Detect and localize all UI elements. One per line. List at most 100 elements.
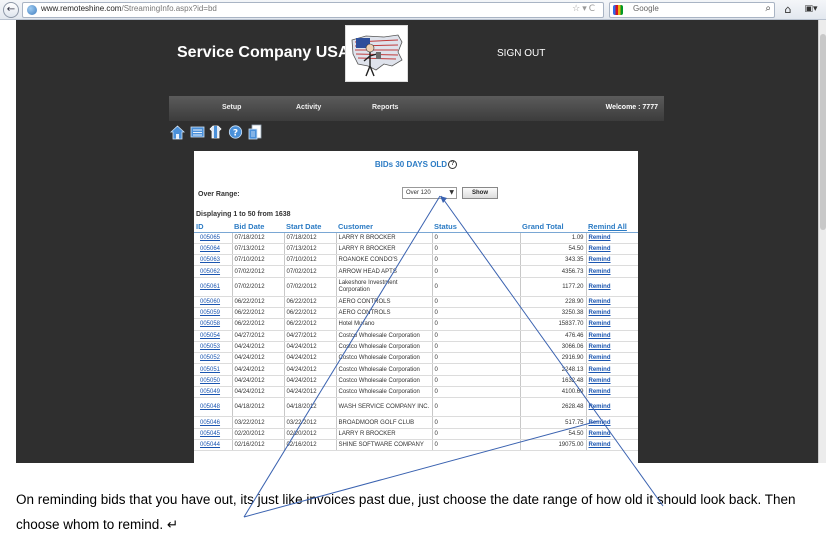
bid-date-cell: 04/24/2012 [232, 386, 285, 399]
table-row: 005052 04/24/2012 04/24/2012 Costco Wholesa… [194, 352, 638, 365]
caption-text: On reminding bids that you have out, its… [16, 492, 796, 532]
bid-id-link[interactable]: 005049 [194, 386, 233, 399]
table-row: 005049 04/24/2012 04/24/2012 Costco Wholesa… [194, 386, 638, 399]
remind-link[interactable]: Remind [586, 318, 638, 331]
show-button[interactable]: Show [462, 187, 498, 199]
start-date-cell: 04/27/2012 [284, 330, 337, 342]
grand-total-cell: 4356.73 [520, 265, 587, 278]
menu-item-reports[interactable]: Reports [372, 104, 398, 111]
bid-id-link[interactable]: 005044 [194, 439, 233, 452]
bid-id-link[interactable]: 005063 [194, 254, 233, 267]
bid-date-cell: 07/02/2012 [232, 265, 285, 278]
remind-link[interactable]: Remind [586, 428, 638, 440]
bid-id-link[interactable]: 005065 [194, 232, 233, 244]
customer-cell: Costco Wholesale Corporation [336, 341, 433, 354]
bid-id-link[interactable]: 005062 [194, 265, 233, 278]
remind-link[interactable]: Remind [586, 265, 638, 278]
remind-link[interactable]: Remind [586, 397, 638, 418]
customer-cell: LARRY R BROCKER [336, 232, 433, 244]
start-date-cell: 02/16/2012 [284, 439, 337, 452]
table-row: 005048 04/18/2012 04/18/2012 WASH SERVICE C… [194, 397, 638, 418]
remind-link[interactable]: Remind [586, 307, 638, 320]
url-domain: www.remoteshine.com [41, 4, 122, 13]
customer-cell: Costco Wholesale Corporation [336, 330, 433, 342]
remind-link[interactable]: Remind [586, 243, 638, 256]
remind-link[interactable]: Remind [586, 363, 638, 376]
bid-id-link[interactable]: 005060 [194, 296, 233, 308]
remind-link[interactable]: Remind [586, 352, 638, 365]
start-date-cell: 07/13/2012 [284, 243, 337, 256]
grand-total-cell: 4100.69 [520, 386, 587, 399]
welcome-label: Welcome : 7777 [605, 104, 658, 111]
remind-link[interactable]: Remind [586, 330, 638, 342]
table-row: 005054 04/27/2012 04/27/2012 Costco Wholesa… [194, 330, 638, 342]
customer-cell: LARRY R BROCKER [336, 243, 433, 256]
bookmark-star-icon[interactable]: ☆▾C [572, 4, 597, 14]
remind-link[interactable]: Remind [586, 439, 638, 452]
remind-link[interactable]: Remind [586, 416, 638, 429]
remind-all-link[interactable]: Remind All [586, 221, 638, 233]
start-date-cell: 07/02/2012 [284, 277, 337, 297]
header-id[interactable]: ID [194, 221, 232, 233]
header-start-date[interactable]: Start Date [284, 221, 336, 233]
page-scrollbar[interactable] [818, 20, 826, 463]
bid-id-link[interactable]: 005059 [194, 307, 233, 320]
start-date-cell: 07/02/2012 [284, 265, 337, 278]
bid-id-link[interactable]: 005064 [194, 243, 233, 256]
bid-id-link[interactable]: 005046 [194, 416, 233, 429]
address-bar[interactable]: www.remoteshine.com/StreamingInfo.aspx?i… [22, 2, 604, 18]
status-cell: 0 [432, 318, 521, 331]
browser-menu-icon[interactable]: ▣▾ [802, 2, 820, 18]
search-icon[interactable]: ⌕ [765, 3, 771, 14]
grand-total-cell: 1632.48 [520, 375, 587, 388]
table-row: 005051 04/24/2012 04/24/2012 Costco Wholesa… [194, 363, 638, 376]
header-customer[interactable]: Customer [336, 221, 432, 233]
bid-id-link[interactable]: 005050 [194, 375, 233, 388]
document-icon[interactable] [248, 124, 263, 140]
remind-link[interactable]: Remind [586, 386, 638, 399]
start-date-cell: 04/24/2012 [284, 386, 337, 399]
bid-id-link[interactable]: 005051 [194, 363, 233, 376]
start-date-cell: 04/24/2012 [284, 363, 337, 376]
scroll-thumb[interactable] [820, 34, 826, 230]
remind-link[interactable]: Remind [586, 232, 638, 244]
customer-cell: Hotel Murano [336, 318, 433, 331]
customer-cell: LARRY R BROCKER [336, 428, 433, 440]
home-icon[interactable] [170, 124, 185, 140]
bid-id-link[interactable]: 005048 [194, 397, 233, 418]
remind-link[interactable]: Remind [586, 277, 638, 297]
bid-id-link[interactable]: 005061 [194, 277, 233, 297]
remind-link[interactable]: Remind [586, 296, 638, 308]
shirt-icon[interactable] [208, 124, 223, 140]
menu-item-activity[interactable]: Activity [296, 104, 321, 111]
remind-link[interactable]: Remind [586, 341, 638, 354]
back-arrow-icon[interactable]: ← [3, 2, 19, 18]
bid-id-link[interactable]: 005045 [194, 428, 233, 440]
list-icon[interactable] [190, 124, 205, 140]
bid-id-link[interactable]: 005052 [194, 352, 233, 365]
customer-cell: AERO CONTROLS [336, 307, 433, 320]
start-date-cell: 07/18/2012 [284, 232, 337, 244]
help-icon[interactable]: ? [448, 160, 458, 169]
remind-link[interactable]: Remind [586, 254, 638, 267]
customer-cell: ROANOKE CONDO'S [336, 254, 433, 267]
remind-link[interactable]: Remind [586, 375, 638, 388]
customer-cell: Costco Wholesale Corporation [336, 375, 433, 388]
status-cell: 0 [432, 428, 521, 440]
bid-date-cell: 04/24/2012 [232, 352, 285, 365]
bid-id-link[interactable]: 005054 [194, 330, 233, 342]
header-status[interactable]: Status [432, 221, 520, 233]
table-row: 005050 04/24/2012 04/24/2012 Costco Wholesa… [194, 375, 638, 388]
menu-item-setup[interactable]: Setup [222, 104, 241, 111]
bid-id-link[interactable]: 005053 [194, 341, 233, 354]
table-row: 005059 06/22/2012 06/22/2012 AERO CONTROLS 0… [194, 307, 638, 320]
sign-out-link[interactable]: SIGN OUT [497, 48, 545, 59]
home-icon[interactable]: ⌂ [780, 2, 796, 18]
header-bid-date[interactable]: Bid Date [232, 221, 284, 233]
bid-id-link[interactable]: 005058 [194, 318, 233, 331]
status-cell: 0 [432, 352, 521, 365]
range-select[interactable]: Over 120 ▼ [402, 187, 457, 199]
search-input[interactable]: Google ⌕ [609, 2, 775, 18]
help-icon[interactable]: ? [228, 124, 243, 140]
header-grand-total[interactable]: Grand Total [520, 221, 586, 233]
